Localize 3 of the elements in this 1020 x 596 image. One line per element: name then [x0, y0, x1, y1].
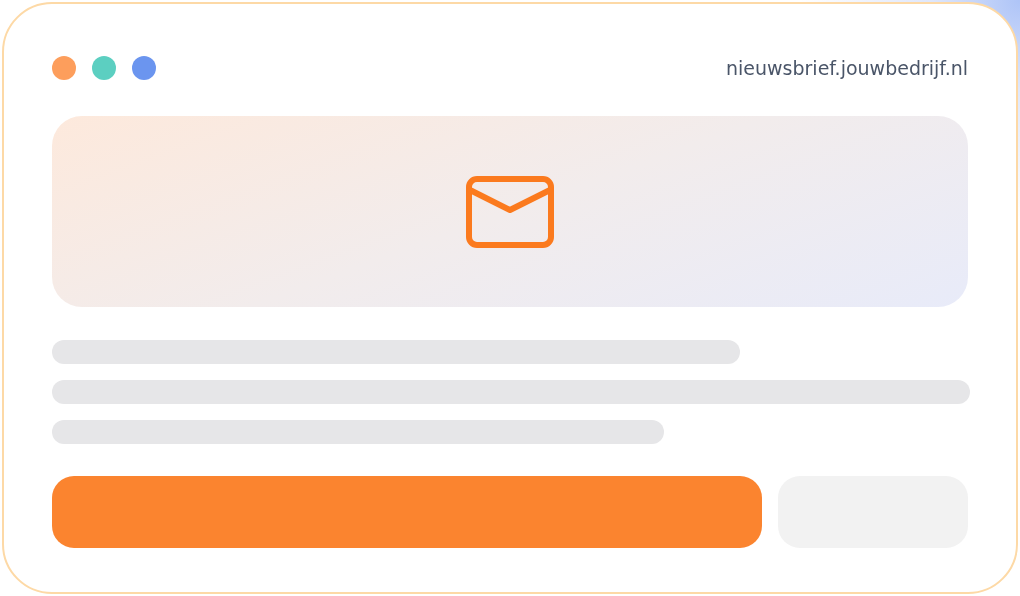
envelope-icon [466, 175, 554, 248]
address-text: nieuwsbrief.jouwbedrijf.nl [726, 57, 968, 79]
primary-button[interactable] [52, 476, 762, 548]
